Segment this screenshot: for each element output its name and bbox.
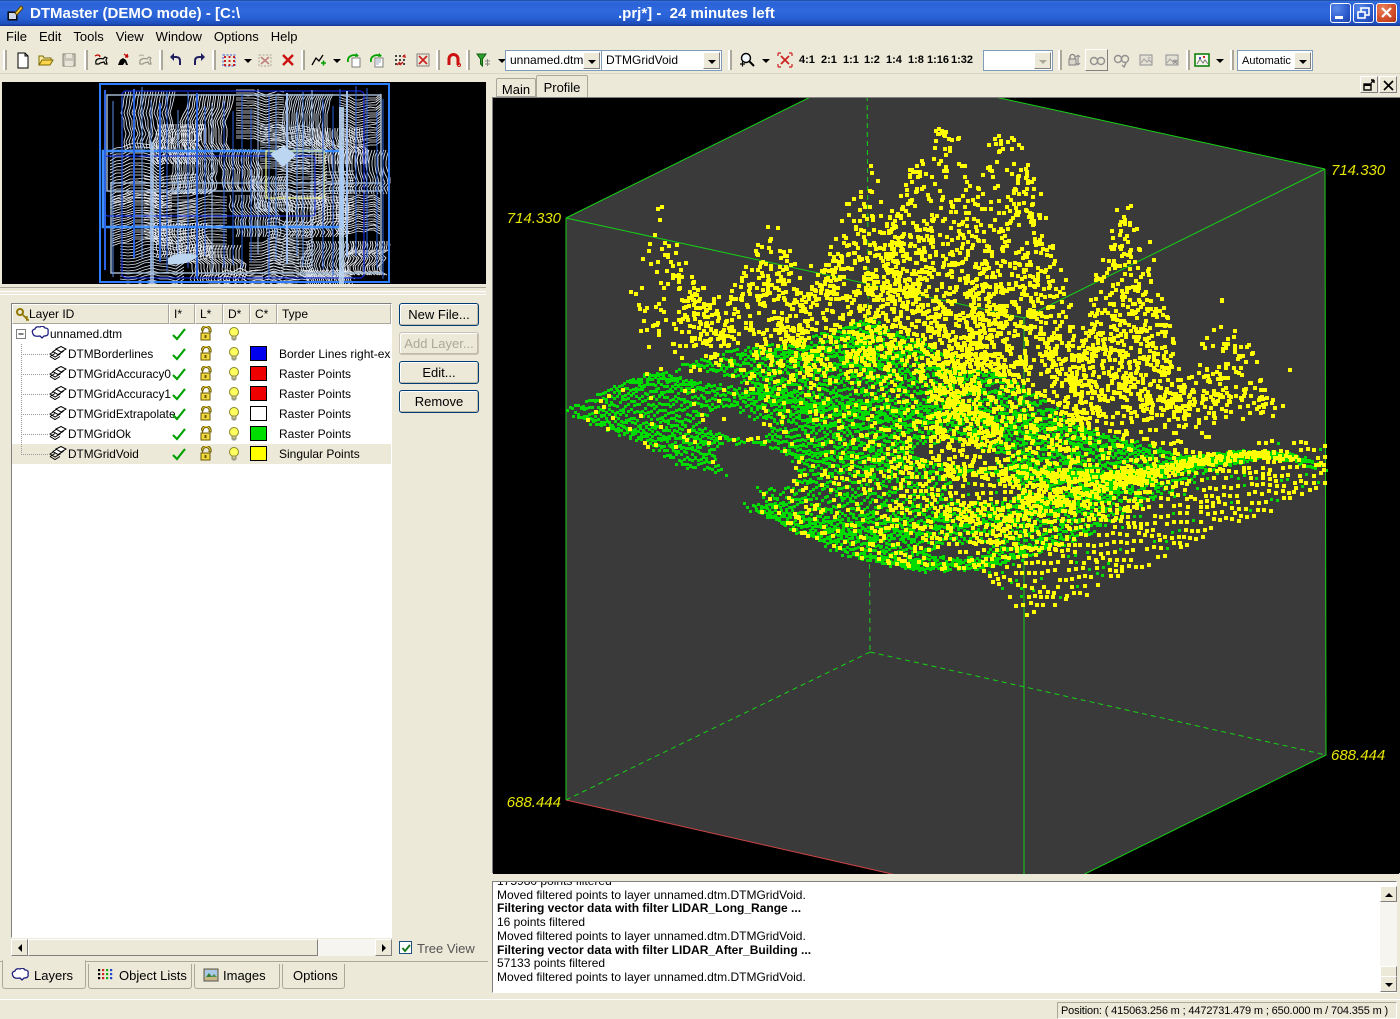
svg-text:688.444: 688.444 (1331, 747, 1385, 764)
svg-text:688.444: 688.444 (507, 794, 561, 811)
svg-text:714.330: 714.330 (507, 210, 562, 227)
svg-text:714.330: 714.330 (1331, 162, 1386, 179)
